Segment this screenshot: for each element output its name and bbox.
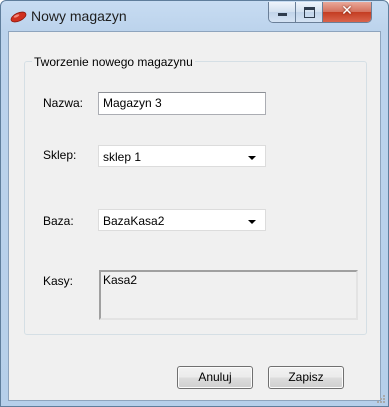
resize-grip-icon[interactable] <box>376 394 386 404</box>
cancel-button[interactable]: Anuluj <box>177 366 253 389</box>
shop-select-value: sklep 1 <box>103 150 142 164</box>
list-item[interactable]: Kasa2 <box>103 273 137 287</box>
database-select[interactable]: BazaKasa2 <box>98 209 266 231</box>
shop-select[interactable]: sklep 1 <box>98 145 266 167</box>
registers-label: Kasy: <box>43 274 74 288</box>
group-legend: Tworzenie nowego magazynu <box>32 55 195 69</box>
close-icon: ✕ <box>341 3 353 19</box>
registers-list[interactable]: Kasa2 <box>99 270 358 320</box>
save-button[interactable]: Zapisz <box>268 366 344 389</box>
database-label: Baza: <box>43 214 74 228</box>
name-input[interactable]: Magazyn 3 <box>98 92 266 115</box>
title-bar[interactable]: Nowy magazyn ✕ <box>1 1 388 31</box>
chevron-down-icon <box>248 156 256 160</box>
name-label: Nazwa: <box>43 96 84 110</box>
database-select-value: BazaKasa2 <box>103 214 165 228</box>
window-title: Nowy magazyn <box>31 8 127 24</box>
maximize-button[interactable] <box>296 2 323 22</box>
minimize-button[interactable] <box>269 2 296 22</box>
chevron-down-icon <box>248 220 256 224</box>
caption-buttons: ✕ <box>268 2 372 23</box>
shop-label: Sklep: <box>43 148 77 162</box>
app-icon <box>10 11 27 23</box>
close-button[interactable]: ✕ <box>323 2 371 22</box>
